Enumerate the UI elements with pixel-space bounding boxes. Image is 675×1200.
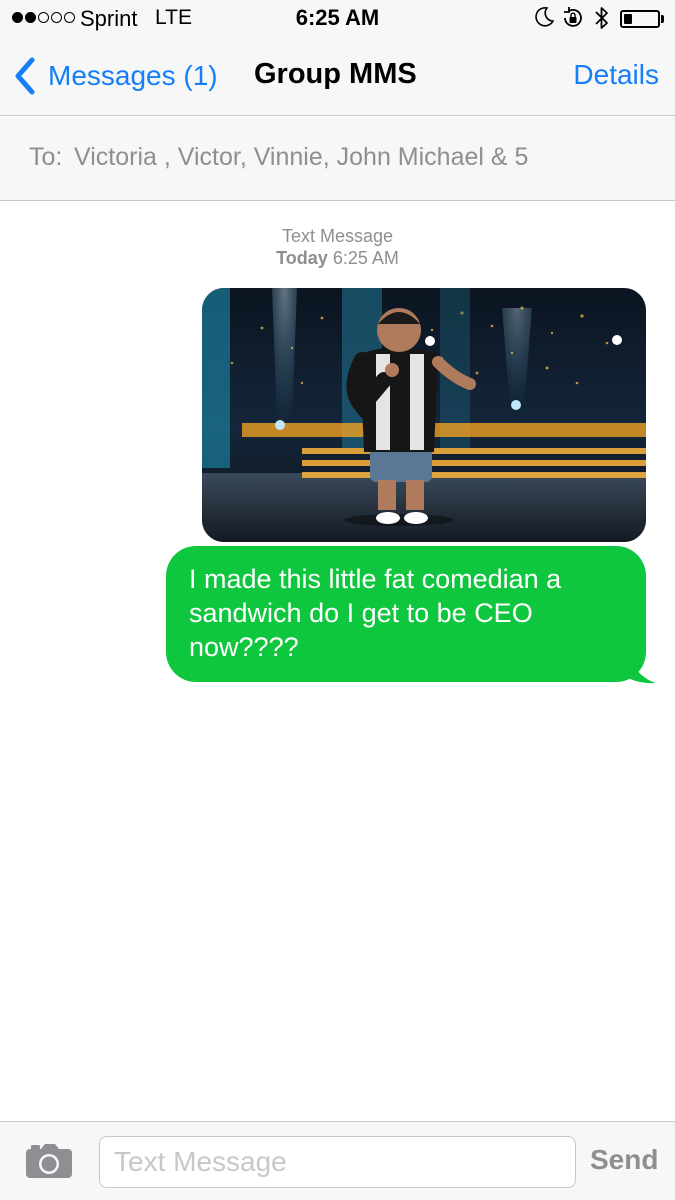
battery-level xyxy=(624,14,632,24)
image-message[interactable] xyxy=(202,288,646,542)
battery-icon xyxy=(620,10,660,28)
back-button-label: Messages (1) xyxy=(48,60,218,91)
moon-icon xyxy=(535,7,555,27)
rotation-lock-icon xyxy=(564,7,582,27)
service-label: Text Message xyxy=(281,226,394,246)
thread-timestamp: Text Message Today 6:25 AM xyxy=(0,225,675,269)
back-button[interactable]: Messages (1) xyxy=(10,54,218,98)
outgoing-message-bubble[interactable]: I made this little fat comedian a sandwi… xyxy=(166,546,646,682)
recipients-field[interactable]: To: Victoria , Victor, Vinnie, John Mich… xyxy=(0,117,675,201)
message-text: I made this little fat comedian a sandwi… xyxy=(189,564,562,662)
message-input[interactable] xyxy=(99,1136,576,1188)
details-button[interactable]: Details xyxy=(573,59,659,91)
recipient-names[interactable]: Victoria , Victor, Vinnie, John Michael … xyxy=(74,143,528,172)
status-bar: Sprint LTE 6:25 AM xyxy=(0,0,675,38)
bluetooth-icon xyxy=(595,7,608,29)
camera-icon[interactable] xyxy=(25,1143,73,1179)
navigation-bar: Messages (1) Group MMS Details xyxy=(0,38,675,116)
stage-photo xyxy=(202,288,646,542)
bubble-tail xyxy=(628,650,656,684)
send-button[interactable]: Send xyxy=(590,1144,658,1176)
timestamp-day: Today xyxy=(276,248,328,268)
chevron-left-icon xyxy=(15,57,35,95)
page-title: Group MMS xyxy=(254,58,417,90)
to-label: To: xyxy=(29,143,63,171)
message-input-bar: Send xyxy=(0,1121,675,1200)
timestamp-time: 6:25 AM xyxy=(332,248,399,268)
